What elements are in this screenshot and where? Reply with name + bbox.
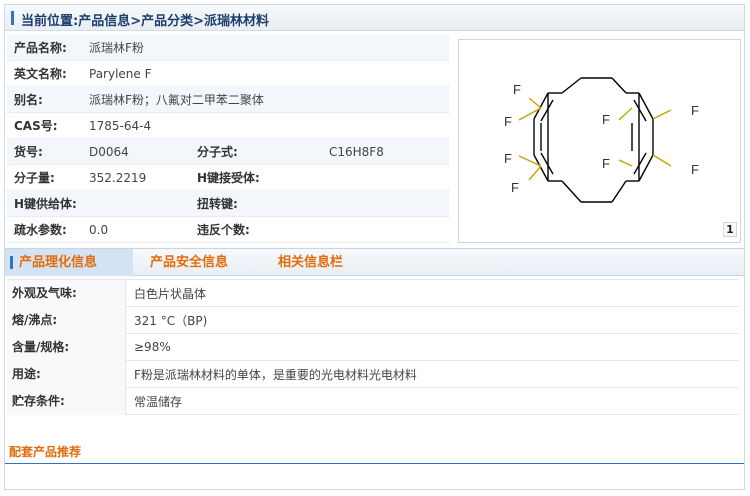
product-info-table: 产品名称: 派瑞林F粉 英文名称: Parylene F 别名: 派瑞林F粉；八… xyxy=(7,35,449,243)
h-bond-acceptor-label: H键接受体: xyxy=(197,171,260,185)
fluorine-label: F xyxy=(602,112,610,127)
fluorine-label: F xyxy=(602,156,610,171)
english-name-value: Parylene F xyxy=(89,66,152,81)
property-value: 321 °C（BP) xyxy=(134,313,208,328)
fluorine-label: F xyxy=(691,103,699,118)
tab-safety-label: 产品安全信息 xyxy=(150,255,229,270)
info-row-alias: 别名: 派瑞林F粉；八氟对二甲苯二聚体 xyxy=(7,87,449,113)
property-value: F粉是派瑞林材料的单体，是重要的光电材料光电材料 xyxy=(134,367,417,382)
tab-marker xyxy=(10,256,13,269)
cas-value: 1785-64-4 xyxy=(89,118,152,133)
cas-label: CAS号: xyxy=(14,119,58,133)
tab-physchem-info[interactable]: 产品理化信息 xyxy=(5,249,133,276)
formula-value: C16H8F8 xyxy=(329,144,384,159)
alias-value: 派瑞林F粉；八氟对二甲苯二聚体 xyxy=(89,93,264,107)
violations-label: 违反个数: xyxy=(197,223,250,237)
product-name-value: 派瑞林F粉 xyxy=(89,41,144,55)
alias-label: 别名: xyxy=(14,93,43,107)
property-value: ≥98% xyxy=(134,340,171,354)
rotatable-bond-label: 扭转键: xyxy=(197,197,238,211)
fluorine-label: F xyxy=(511,180,519,195)
table-row: 含量/规格: ≥98% xyxy=(7,333,739,361)
breadcrumb: 当前位置:产品信息>产品分类>派瑞林材料 xyxy=(5,5,744,31)
info-row-code: 货号: D0064 分子式: C16H8F8 xyxy=(7,139,449,165)
property-value: 常温储存 xyxy=(134,394,183,409)
tab-physchem-label: 产品理化信息 xyxy=(19,255,98,270)
table-row: 外观及气味: 白色片状晶体 xyxy=(7,279,739,307)
tab-related-label: 相关信息栏 xyxy=(278,255,344,270)
english-name-label: 英文名称: xyxy=(14,67,67,81)
breadcrumb-text: 当前位置:产品信息>产品分类>派瑞林材料 xyxy=(21,14,269,29)
divider xyxy=(5,463,744,464)
table-row: 熔/沸点: 321 °C（BP) xyxy=(7,306,739,334)
info-row-mw: 分子量: 352.2219 H键接受体: xyxy=(7,165,449,191)
fluorine-label: F xyxy=(504,151,512,166)
property-label: 用途: xyxy=(7,360,126,388)
property-label: 外观及气味: xyxy=(7,279,126,307)
table-row: 用途: F粉是派瑞林材料的单体，是重要的光电材料光电材料 xyxy=(7,360,739,388)
product-panel: 当前位置:产品信息>产品分类>派瑞林材料 产品名称: 派瑞林F粉 英文名称: P… xyxy=(4,4,745,490)
hydrophobic-param-value: 0.0 xyxy=(89,222,109,237)
related-products-heading[interactable]: 配套产品推荐 xyxy=(9,443,81,460)
property-value: 白色片状晶体 xyxy=(134,286,207,301)
property-label: 熔/沸点: xyxy=(7,306,126,334)
table-row: 贮存条件: 常温储存 xyxy=(7,387,739,415)
info-row-logp: 疏水参数: 0.0 违反个数: xyxy=(7,217,449,243)
info-row-english: 英文名称: Parylene F xyxy=(7,61,449,87)
h-bond-donor-label: H键供给体: xyxy=(14,197,77,211)
molecular-weight-value: 352.2219 xyxy=(89,170,147,185)
info-row-cas: CAS号: 1785-64-4 xyxy=(7,113,449,139)
hydrophobic-param-label: 疏水参数: xyxy=(14,223,67,237)
info-tabs: 产品理化信息 产品安全信息 相关信息栏 xyxy=(5,248,744,276)
info-row-name: 产品名称: 派瑞林F粉 xyxy=(7,35,449,61)
property-label: 含量/规格: xyxy=(7,333,126,361)
tab-safety-info[interactable]: 产品安全信息 xyxy=(150,249,228,276)
formula-label: 分子式: xyxy=(197,145,238,159)
fluorine-label: F xyxy=(691,162,699,177)
properties-table: 外观及气味: 白色片状晶体 熔/沸点: 321 °C（BP) 含量/规格: ≥9… xyxy=(7,279,739,415)
molecular-weight-label: 分子量: xyxy=(14,171,55,185)
product-name-label: 产品名称: xyxy=(14,41,67,55)
fluorine-label: F xyxy=(513,82,521,97)
structure-image-box: F F F F F F F F 1 xyxy=(458,39,741,243)
image-page-number[interactable]: 1 xyxy=(723,222,737,237)
item-code-label: 货号: xyxy=(14,145,43,159)
info-row-hdonor: H键供给体: 扭转键: xyxy=(7,191,449,217)
item-code-value: D0064 xyxy=(89,144,129,159)
property-label: 贮存条件: xyxy=(7,387,126,415)
molecule-structure: F F F F F F F F xyxy=(504,77,699,203)
tab-related-info[interactable]: 相关信息栏 xyxy=(278,249,343,276)
fluorine-label: F xyxy=(504,114,512,129)
breadcrumb-marker xyxy=(11,11,14,25)
